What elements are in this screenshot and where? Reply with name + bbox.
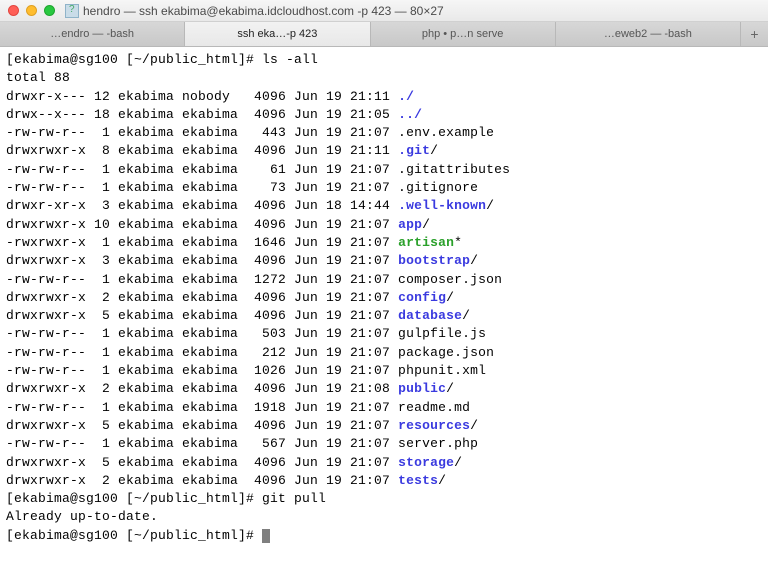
ls-row: -rw-rw-r-- 1 ekabima ekabima 1026 Jun 19… [6,363,486,378]
window-title: hendro — ssh ekabima@ekabima.idcloudhost… [83,4,760,18]
close-window-button[interactable] [8,5,19,16]
git-output: Already up-to-date. [6,509,158,524]
terminal-proxy-icon [65,4,79,18]
prompt-line: [ekabima@sg100 [~/public_html]# [6,528,262,543]
terminal-tab-3[interactable]: …eweb2 — -bash [556,22,740,46]
window-controls [8,5,55,16]
ls-row: -rw-rw-r-- 1 ekabima ekabima 73 Jun 19 2… [6,180,478,195]
terminal-tab-0[interactable]: …endro — -bash [0,22,185,46]
ls-row: drwxrwxr-x 8 ekabima ekabima 4096 Jun 19… [6,143,438,158]
ls-row: -rw-rw-r-- 1 ekabima ekabima 443 Jun 19 … [6,125,494,140]
ls-row: drwxr-xr-x 3 ekabima ekabima 4096 Jun 18… [6,198,494,213]
ls-row: -rw-rw-r-- 1 ekabima ekabima 61 Jun 19 2… [6,162,510,177]
new-tab-button[interactable]: + [740,22,768,46]
ls-row: -rw-rw-r-- 1 ekabima ekabima 567 Jun 19 … [6,436,478,451]
minimize-window-button[interactable] [26,5,37,16]
ls-row: drwxrwxr-x 2 ekabima ekabima 4096 Jun 19… [6,290,454,305]
ls-row: drwxrwxr-x 2 ekabima ekabima 4096 Jun 19… [6,381,454,396]
ls-row: drwxrwxr-x 5 ekabima ekabima 4096 Jun 19… [6,455,462,470]
tab-bar: …endro — -bashssh eka…-p 423php • p…n se… [0,22,768,47]
terminal-tab-2[interactable]: php • p…n serve [371,22,556,46]
ls-row: -rw-rw-r-- 1 ekabima ekabima 212 Jun 19 … [6,345,494,360]
ls-row: drwxrwxr-x 3 ekabima ekabima 4096 Jun 19… [6,253,478,268]
prompt-line: [ekabima@sg100 [~/public_html]# git pull [6,491,326,506]
ls-row: drwxrwxr-x 10 ekabima ekabima 4096 Jun 1… [6,217,430,232]
ls-row: drwxrwxr-x 2 ekabima ekabima 4096 Jun 19… [6,473,446,488]
ls-row: -rwxrwxr-x 1 ekabima ekabima 1646 Jun 19… [6,235,462,250]
ls-row: drwx--x--- 18 ekabima ekabima 4096 Jun 1… [6,107,422,122]
ls-row: -rw-rw-r-- 1 ekabima ekabima 1272 Jun 19… [6,272,502,287]
terminal-tab-1[interactable]: ssh eka…-p 423 [185,22,370,46]
title-bar: hendro — ssh ekabima@ekabima.idcloudhost… [0,0,768,22]
terminal-output[interactable]: [ekabima@sg100 [~/public_html]# ls -all … [0,47,768,545]
total-line: total 88 [6,70,70,85]
prompt-line: [ekabima@sg100 [~/public_html]# ls -all [6,52,318,67]
ls-row: drwxrwxr-x 5 ekabima ekabima 4096 Jun 19… [6,308,470,323]
ls-row: -rw-rw-r-- 1 ekabima ekabima 1918 Jun 19… [6,400,470,415]
ls-row: -rw-rw-r-- 1 ekabima ekabima 503 Jun 19 … [6,326,486,341]
ls-row: drwxr-x--- 12 ekabima nobody 4096 Jun 19… [6,89,414,104]
cursor [262,529,270,543]
ls-row: drwxrwxr-x 5 ekabima ekabima 4096 Jun 19… [6,418,478,433]
zoom-window-button[interactable] [44,5,55,16]
